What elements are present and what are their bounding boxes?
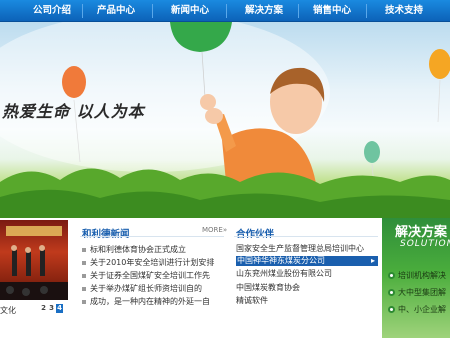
nav-divider	[82, 4, 83, 18]
nav-divider	[298, 4, 299, 18]
balloon-string	[437, 79, 441, 123]
news-item[interactable]: 关于2010年安全培训进行计划安排	[82, 257, 222, 268]
balloon-yellow-icon	[429, 49, 450, 79]
partner-item[interactable]: 中国煤炭教育协会	[236, 283, 378, 293]
balloon-orange-icon	[62, 66, 86, 98]
news-item[interactable]: 成功，是一种内在精神的外延一自	[82, 296, 222, 307]
news-more-link[interactable]: MORE»	[202, 226, 227, 234]
circle-icon	[388, 289, 395, 296]
nav-item-sales[interactable]: 销售中心	[304, 0, 360, 22]
balloon-teal-icon	[364, 141, 380, 163]
nav-item-products[interactable]: 产品中心	[88, 0, 144, 22]
partners-section-title: 合作伙伴	[236, 229, 275, 240]
pager-page-2[interactable]: 2	[40, 304, 47, 313]
arrow-right-icon: ▸	[370, 256, 375, 265]
nav-item-solutions[interactable]: 解决方案	[236, 0, 292, 22]
photo-caption: 文化	[0, 306, 16, 315]
partner-item[interactable]: 山东兖州煤业股份有限公司	[236, 269, 378, 279]
banner-slogan: 热爱生命 以人为本	[2, 102, 145, 121]
circle-icon	[388, 306, 395, 313]
bullet-icon	[82, 247, 86, 252]
partner-item-selected[interactable]: 中国神华神东煤炭分公司 ▸	[236, 256, 378, 266]
circle-icon	[388, 272, 395, 279]
partner-item[interactable]: 精诚软件	[236, 296, 378, 306]
partner-item[interactable]: 国家安全生产监督管理总局培训中心	[236, 244, 378, 254]
top-nav: 公司介绍 产品中心 新闻中心 解决方案 销售中心 技术支持	[0, 0, 450, 22]
divider	[234, 236, 378, 237]
bullet-icon	[82, 273, 86, 278]
solutions-subtitle: SOLUTION	[400, 239, 450, 249]
news-item[interactable]: 关于证券全国煤矿安全培训工作先	[82, 270, 222, 281]
nav-divider	[226, 4, 227, 18]
bullet-icon	[82, 299, 86, 304]
news-item[interactable]: 标和利德体育协会正式成立	[82, 244, 222, 255]
pager-page-4[interactable]: 4	[56, 304, 63, 313]
divider	[80, 236, 224, 237]
news-section-title: 和利德新闻	[82, 229, 130, 240]
nav-divider	[152, 4, 153, 18]
bullet-icon	[82, 260, 86, 265]
nav-divider	[366, 4, 367, 18]
nav-item-news[interactable]: 新闻中心	[162, 0, 218, 22]
nav-item-support[interactable]: 技术支持	[376, 0, 432, 22]
stage-image	[0, 226, 68, 300]
culture-photo[interactable]	[0, 220, 68, 300]
pager-page-3[interactable]: 3	[48, 304, 55, 313]
solutions-title: 解决方案	[395, 225, 448, 240]
nav-item-company[interactable]: 公司介绍	[26, 0, 78, 22]
hero-banner: 热爱生命 以人为本	[0, 22, 450, 218]
solution-item[interactable]: 大中型集团解	[388, 287, 446, 298]
news-item[interactable]: 关于举办煤矿组长师资培训自的	[82, 283, 222, 294]
solution-item[interactable]: 培训机构解决	[388, 270, 446, 281]
solution-item[interactable]: 中、小企业解	[388, 304, 446, 315]
bullet-icon	[82, 286, 86, 291]
